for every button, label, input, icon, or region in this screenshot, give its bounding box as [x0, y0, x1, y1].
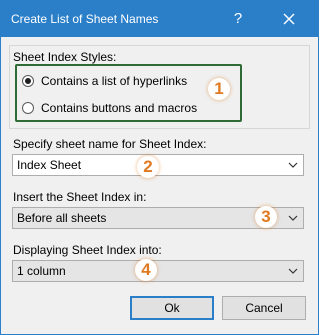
- display-into-select[interactable]: 1 column: [12, 260, 304, 282]
- radio-circle[interactable]: [22, 102, 34, 114]
- dialog-title: Create List of Sheet Names: [11, 12, 159, 26]
- close-icon: [283, 13, 295, 25]
- display-into-value: 1 column: [17, 264, 66, 278]
- dialog-window: Create List of Sheet Names ? Sheet Index…: [0, 0, 319, 335]
- chevron-down-icon[interactable]: [287, 265, 299, 277]
- insert-in-value: Before all sheets: [17, 211, 107, 225]
- sheet-index-styles-label: Sheet Index Styles:: [13, 50, 117, 64]
- sheet-name-label: Specify sheet name for Sheet Index:: [13, 137, 207, 151]
- chevron-down-icon[interactable]: [287, 159, 299, 171]
- step-badge-3: 3: [255, 206, 277, 228]
- radio-buttons-macros-label: Contains buttons and macros: [41, 101, 198, 115]
- title-bar: Create List of Sheet Names ?: [1, 1, 318, 37]
- display-into-label: Displaying Sheet Index into:: [13, 243, 162, 257]
- cancel-button[interactable]: Cancel: [222, 296, 306, 320]
- sheet-name-value: Index Sheet: [17, 158, 82, 172]
- chevron-down-icon[interactable]: [287, 212, 299, 224]
- ok-button[interactable]: Ok: [130, 296, 214, 320]
- close-button[interactable]: [276, 6, 302, 32]
- step-badge-2: 2: [137, 156, 159, 178]
- step-badge-1: 1: [208, 78, 230, 100]
- radio-hyperlinks-label: Contains a list of hyperlinks: [41, 74, 188, 88]
- insert-in-label: Insert the Sheet Index in:: [13, 190, 147, 204]
- help-button[interactable]: ?: [225, 7, 251, 31]
- step-badge-4: 4: [135, 259, 157, 281]
- radio-circle-selected[interactable]: [22, 75, 34, 87]
